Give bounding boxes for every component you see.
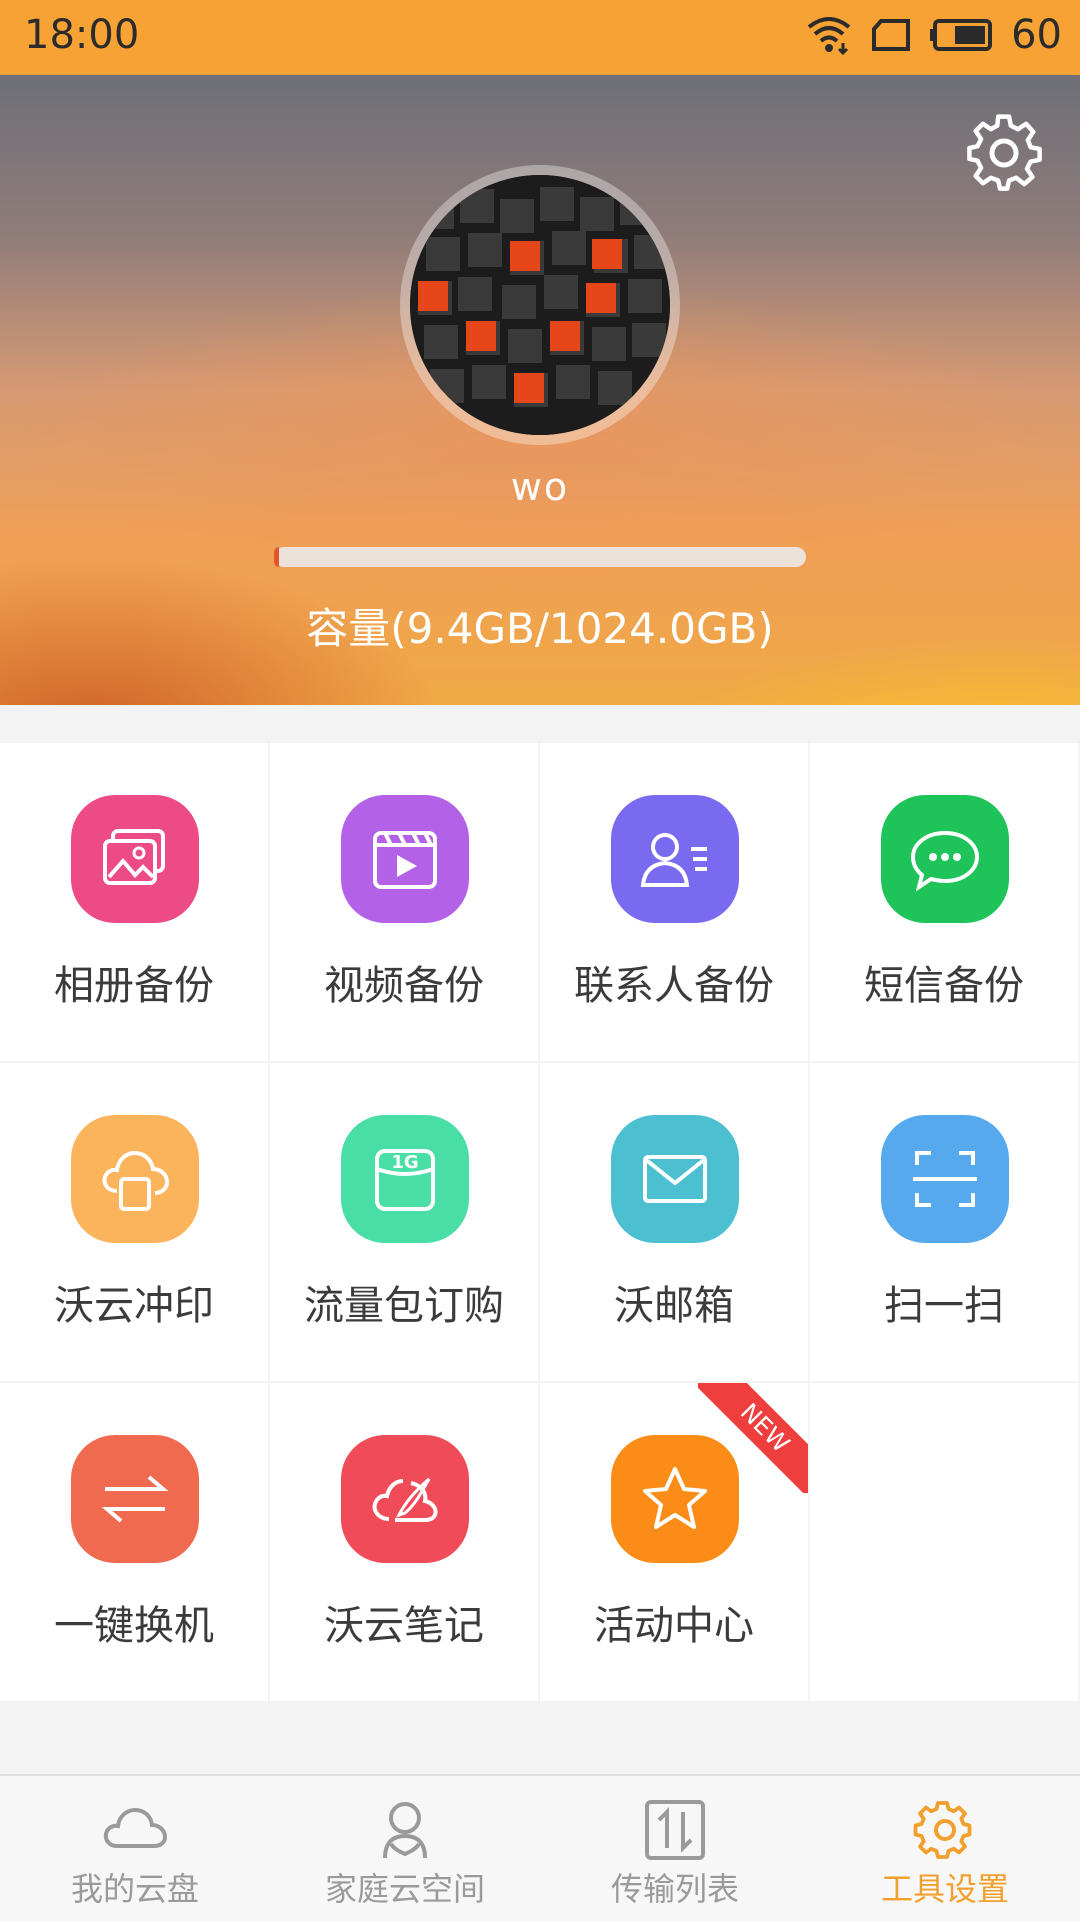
battery-icon bbox=[930, 19, 993, 51]
tile-label: 视频备份 bbox=[324, 963, 484, 1009]
tile-contacts-backup[interactable]: 联系人备份 bbox=[540, 743, 808, 1061]
family-icon bbox=[383, 1802, 427, 1859]
tile-photo-backup[interactable]: 相册备份 bbox=[0, 743, 268, 1061]
tile-video-backup[interactable]: 视频备份 bbox=[270, 743, 538, 1061]
chat-bubble-icon bbox=[881, 795, 1009, 923]
data-package-badge: 1G bbox=[391, 1152, 418, 1173]
status-time: 18:00 bbox=[24, 12, 140, 58]
avatar[interactable] bbox=[410, 175, 670, 435]
tile-phone-switch[interactable]: 一键换机 bbox=[0, 1383, 268, 1701]
tile-label: 短信备份 bbox=[864, 963, 1024, 1009]
nav-transfer-list[interactable]: 传输列表 bbox=[540, 1776, 810, 1922]
tools-grid: 相册备份 视频备份 联系人备份 短信备份 沃云冲印 1G 流量包订购 沃邮箱 扫… bbox=[0, 743, 1080, 1703]
tile-label: 沃云冲印 bbox=[54, 1283, 214, 1329]
tile-empty bbox=[810, 1383, 1078, 1701]
tile-label: 一键换机 bbox=[54, 1603, 214, 1649]
video-clapper-icon bbox=[341, 795, 469, 923]
tile-scan[interactable]: 扫一扫 bbox=[810, 1063, 1078, 1381]
sim-icon bbox=[872, 19, 911, 51]
avatar-ring bbox=[400, 165, 680, 445]
nav-label: 家庭云空间 bbox=[324, 1870, 485, 1908]
new-badge: NEW bbox=[698, 1383, 808, 1493]
tile-cloud-print[interactable]: 沃云冲印 bbox=[0, 1063, 268, 1381]
capacity-text: 容量(9.4GB/1024.0GB) bbox=[306, 604, 774, 653]
photo-album-icon bbox=[71, 795, 199, 923]
transfer-list-icon bbox=[645, 1800, 705, 1860]
bottom-nav: 我的云盘 家庭云空间 传输列表 工具设置 bbox=[0, 1774, 1080, 1922]
cloud-icon bbox=[103, 1807, 168, 1848]
nav-label: 我的云盘 bbox=[70, 1870, 199, 1908]
new-badge-text: NEW bbox=[698, 1383, 808, 1493]
nav-label: 传输列表 bbox=[610, 1870, 739, 1908]
data-package-icon: 1G bbox=[341, 1115, 469, 1243]
status-icons: 60 bbox=[805, 12, 1062, 58]
gear-icon bbox=[913, 1801, 972, 1859]
battery-level: 60 bbox=[1011, 12, 1062, 58]
nav-family-cloud[interactable]: 家庭云空间 bbox=[270, 1776, 540, 1922]
scan-icon bbox=[881, 1115, 1009, 1243]
gear-icon[interactable] bbox=[964, 113, 1044, 193]
capacity-progress-fill bbox=[274, 547, 280, 567]
status-bar: 18:00 60 bbox=[0, 0, 1080, 75]
cloud-print-icon bbox=[71, 1115, 199, 1243]
tile-activity-center[interactable]: 活动中心 NEW bbox=[540, 1383, 808, 1701]
tile-label: 活动中心 bbox=[594, 1603, 754, 1649]
mail-icon bbox=[611, 1115, 739, 1243]
nav-my-cloud[interactable]: 我的云盘 bbox=[0, 1776, 270, 1922]
tile-label: 相册备份 bbox=[54, 963, 214, 1009]
profile-header: wo 容量(9.4GB/1024.0GB) bbox=[0, 75, 1080, 705]
tile-label: 沃云笔记 bbox=[324, 1603, 484, 1649]
tile-label: 流量包订购 bbox=[304, 1283, 504, 1329]
tile-label: 扫一扫 bbox=[884, 1283, 1004, 1329]
cloud-note-icon bbox=[341, 1435, 469, 1563]
tile-mail[interactable]: 沃邮箱 bbox=[540, 1063, 808, 1381]
avatar-image bbox=[410, 175, 670, 435]
nav-tool-settings[interactable]: 工具设置 bbox=[810, 1776, 1080, 1922]
tile-label: 联系人备份 bbox=[574, 963, 774, 1009]
tile-sms-backup[interactable]: 短信备份 bbox=[810, 743, 1078, 1061]
nav-label: 工具设置 bbox=[880, 1870, 1009, 1908]
wifi-icon bbox=[807, 17, 851, 55]
capacity-progress-bar bbox=[274, 547, 806, 567]
tile-label: 沃邮箱 bbox=[614, 1283, 734, 1329]
tile-data-package[interactable]: 1G 流量包订购 bbox=[270, 1063, 538, 1381]
transfer-arrows-icon bbox=[71, 1435, 199, 1563]
contact-card-icon bbox=[611, 795, 739, 923]
tile-cloud-note[interactable]: 沃云笔记 bbox=[270, 1383, 538, 1701]
username: wo bbox=[510, 465, 570, 509]
